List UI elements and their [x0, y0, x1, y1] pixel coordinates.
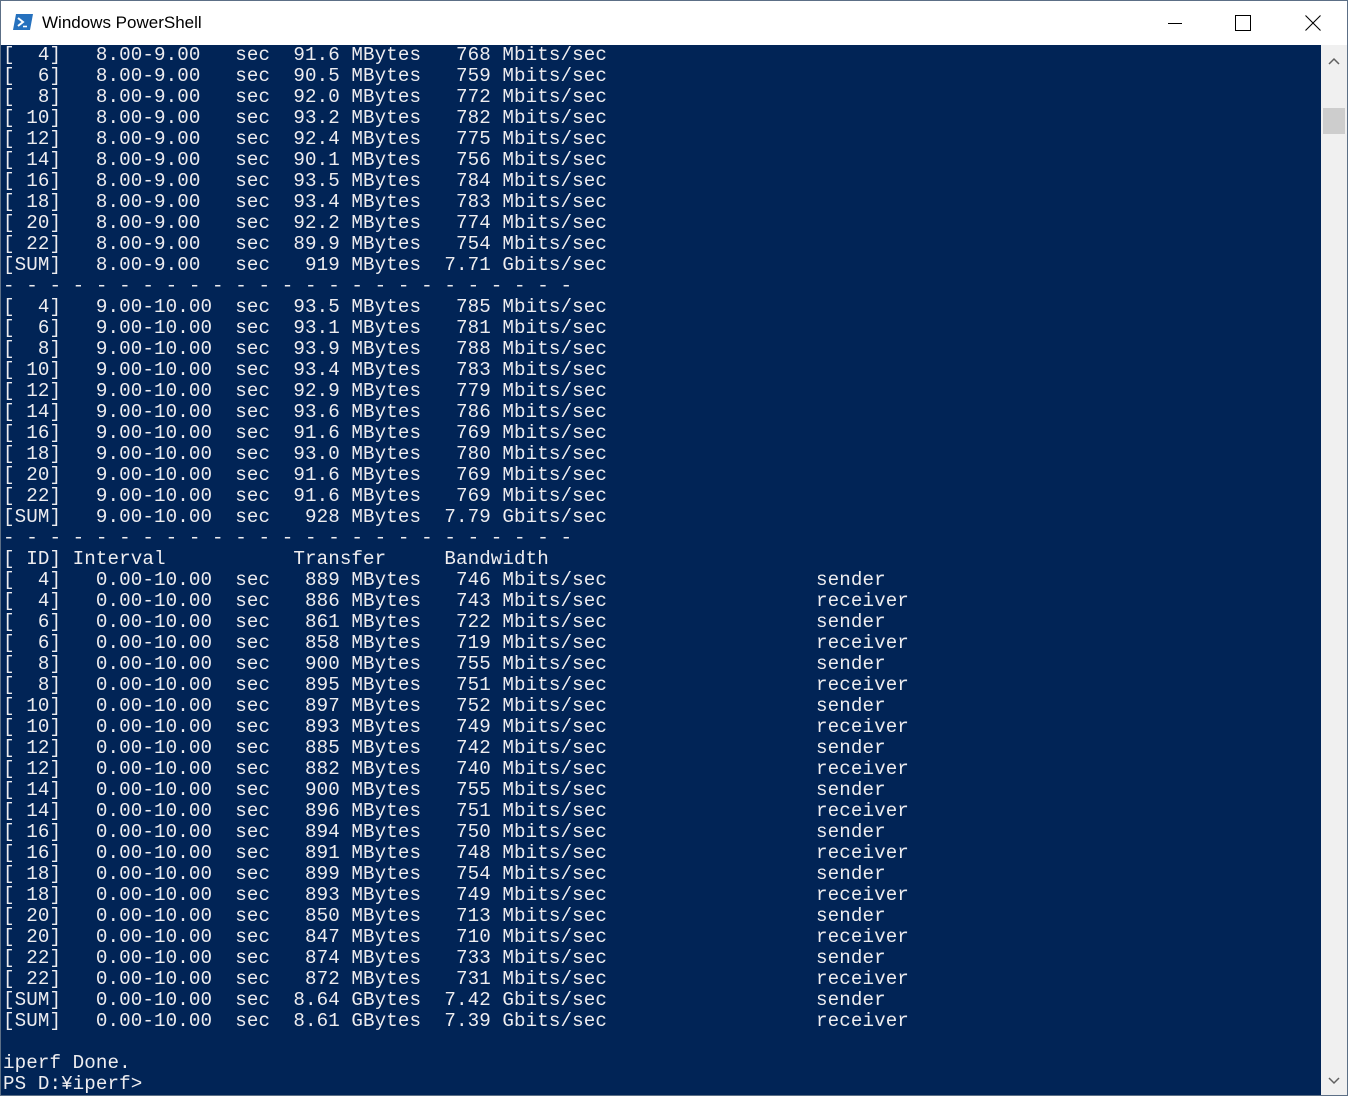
console-line: [ 20] 9.00-10.00 sec 91.6 MBytes 769 Mbi… — [3, 464, 607, 486]
scroll-up-button[interactable] — [1321, 47, 1347, 75]
console-line: - - - - - - - - - - - - - - - - - - - - … — [3, 527, 573, 549]
console-line: [ 16] 0.00-10.00 sec 891 MBytes 748 Mbit… — [3, 842, 909, 864]
console-line: [ 18] 0.00-10.00 sec 899 MBytes 754 Mbit… — [3, 863, 886, 885]
console-text: [ 4] 8.00-9.00 sec 91.6 MBytes 768 Mbits… — [3, 45, 909, 1095]
console-line: [ 20] 0.00-10.00 sec 847 MBytes 710 Mbit… — [3, 926, 909, 948]
maximize-button[interactable] — [1209, 1, 1277, 45]
console-output[interactable]: [ 4] 8.00-9.00 sec 91.6 MBytes 768 Mbits… — [1, 45, 1321, 1095]
vertical-scrollbar[interactable] — [1321, 45, 1347, 1095]
console-line: [ 8] 0.00-10.00 sec 900 MBytes 755 Mbits… — [3, 653, 886, 675]
scroll-down-button[interactable] — [1321, 1067, 1347, 1095]
console-line: [ 4] 8.00-9.00 sec 91.6 MBytes 768 Mbits… — [3, 45, 607, 66]
console-line: [ 6] 0.00-10.00 sec 861 MBytes 722 Mbits… — [3, 611, 886, 633]
console-line: [SUM] 0.00-10.00 sec 8.61 GBytes 7.39 Gb… — [3, 1010, 909, 1032]
console-line: [ 16] 9.00-10.00 sec 91.6 MBytes 769 Mbi… — [3, 422, 607, 444]
console-line: [ 4] 0.00-10.00 sec 886 MBytes 743 Mbits… — [3, 590, 909, 612]
close-button[interactable] — [1279, 1, 1347, 45]
console-line: [SUM] 0.00-10.00 sec 8.64 GBytes 7.42 Gb… — [3, 989, 886, 1011]
console-line: [ 4] 9.00-10.00 sec 93.5 MBytes 785 Mbit… — [3, 296, 607, 318]
powershell-window: Windows PowerShell [ 4] 8.00-9.00 sec 91… — [0, 0, 1348, 1096]
scrollbar-thumb[interactable] — [1323, 108, 1345, 134]
console-line: [ 10] 0.00-10.00 sec 893 MBytes 749 Mbit… — [3, 716, 909, 738]
console-line: [ 6] 9.00-10.00 sec 93.1 MBytes 781 Mbit… — [3, 317, 607, 339]
console-line: [ 8] 0.00-10.00 sec 895 MBytes 751 Mbits… — [3, 674, 909, 696]
console-line: [ 16] 0.00-10.00 sec 894 MBytes 750 Mbit… — [3, 821, 886, 843]
console-line: [ 20] 8.00-9.00 sec 92.2 MBytes 774 Mbit… — [3, 212, 607, 234]
console-line: [ 22] 9.00-10.00 sec 91.6 MBytes 769 Mbi… — [3, 485, 607, 507]
console-line: [ 12] 9.00-10.00 sec 92.9 MBytes 779 Mbi… — [3, 380, 607, 402]
console-line: [ 6] 0.00-10.00 sec 858 MBytes 719 Mbits… — [3, 632, 909, 654]
console-line: [SUM] 8.00-9.00 sec 919 MBytes 7.71 Gbit… — [3, 254, 607, 276]
console-line: [ 20] 0.00-10.00 sec 850 MBytes 713 Mbit… — [3, 905, 886, 927]
console-line: PS D:¥iperf> — [3, 1073, 143, 1095]
console-line: [ 12] 8.00-9.00 sec 92.4 MBytes 775 Mbit… — [3, 128, 607, 150]
powershell-icon[interactable] — [13, 13, 33, 31]
console-line: [ 18] 9.00-10.00 sec 93.0 MBytes 780 Mbi… — [3, 443, 607, 465]
console-line: [ 8] 8.00-9.00 sec 92.0 MBytes 772 Mbits… — [3, 86, 607, 108]
console-line: [ 18] 8.00-9.00 sec 93.4 MBytes 783 Mbit… — [3, 191, 607, 213]
console-line: [ 22] 0.00-10.00 sec 872 MBytes 731 Mbit… — [3, 968, 909, 990]
minimize-button[interactable] — [1141, 1, 1209, 45]
window-title: Windows PowerShell — [42, 13, 202, 32]
console-line: [ 14] 9.00-10.00 sec 93.6 MBytes 786 Mbi… — [3, 401, 607, 423]
console-line: [ 12] 0.00-10.00 sec 882 MBytes 740 Mbit… — [3, 758, 909, 780]
title-bar[interactable]: Windows PowerShell — [1, 1, 1347, 45]
console-line: iperf Done. — [3, 1052, 131, 1074]
console-line: [ 16] 8.00-9.00 sec 93.5 MBytes 784 Mbit… — [3, 170, 607, 192]
console-line: [ 10] 9.00-10.00 sec 93.4 MBytes 783 Mbi… — [3, 359, 607, 381]
console-line: [ 8] 9.00-10.00 sec 93.9 MBytes 788 Mbit… — [3, 338, 607, 360]
console-line: [ 14] 8.00-9.00 sec 90.1 MBytes 756 Mbit… — [3, 149, 607, 171]
console-line: [SUM] 9.00-10.00 sec 928 MBytes 7.79 Gbi… — [3, 506, 607, 528]
console-line: [ ID] Interval Transfer Bandwidth — [3, 548, 549, 570]
console-line: [ 4] 0.00-10.00 sec 889 MBytes 746 Mbits… — [3, 569, 886, 591]
chevron-down-icon — [1328, 1072, 1340, 1090]
console-line: [ 10] 8.00-9.00 sec 93.2 MBytes 782 Mbit… — [3, 107, 607, 129]
console-line: [ 14] 0.00-10.00 sec 900 MBytes 755 Mbit… — [3, 779, 886, 801]
console-line: [ 22] 0.00-10.00 sec 874 MBytes 733 Mbit… — [3, 947, 886, 969]
close-icon — [1305, 15, 1321, 31]
minimize-icon — [1168, 16, 1182, 30]
console-line: - - - - - - - - - - - - - - - - - - - - … — [3, 275, 573, 297]
console-line: [ 10] 0.00-10.00 sec 897 MBytes 752 Mbit… — [3, 695, 886, 717]
maximize-icon — [1235, 15, 1251, 31]
console-line: [ 18] 0.00-10.00 sec 893 MBytes 749 Mbit… — [3, 884, 909, 906]
chevron-up-icon — [1328, 52, 1340, 70]
console-line: [ 12] 0.00-10.00 sec 885 MBytes 742 Mbit… — [3, 737, 886, 759]
console-line: [ 22] 8.00-9.00 sec 89.9 MBytes 754 Mbit… — [3, 233, 607, 255]
console-line: [ 14] 0.00-10.00 sec 896 MBytes 751 Mbit… — [3, 800, 909, 822]
console-line: [ 6] 8.00-9.00 sec 90.5 MBytes 759 Mbits… — [3, 65, 607, 87]
